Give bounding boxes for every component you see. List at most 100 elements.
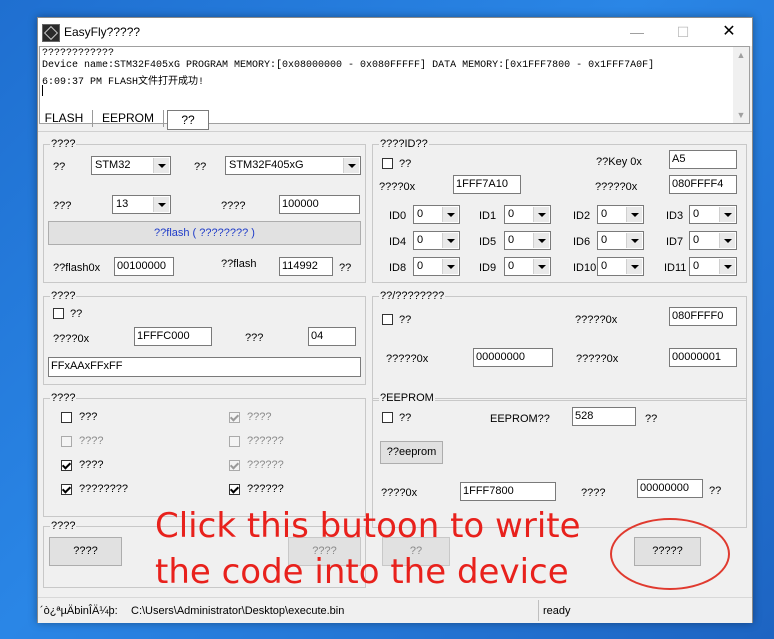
id-select[interactable]: 0 <box>597 231 644 250</box>
serial-addr-input[interactable]: 080FFFF0 <box>669 307 737 326</box>
model-value: STM32F405xG <box>229 159 304 171</box>
group-title: ???? <box>50 519 77 533</box>
eeprom-val-input[interactable]: 00000000 <box>637 479 703 498</box>
id-addr2-input[interactable]: 080FFFF4 <box>669 175 737 194</box>
chevron-down-icon[interactable] <box>442 207 458 222</box>
option-label: ???? <box>79 435 104 447</box>
flash-size-input[interactable]: 114992 <box>279 257 333 276</box>
key-input[interactable]: A5 <box>669 150 737 169</box>
flash-start-label: ??flash0x <box>53 262 101 274</box>
serial-enable-label: ?? <box>399 314 412 326</box>
chevron-down-icon[interactable] <box>626 207 642 222</box>
id-value: 0 <box>417 208 424 220</box>
eeprom-addr-input[interactable]: 1FFF7800 <box>460 482 556 501</box>
id-select[interactable]: 0 <box>689 231 737 250</box>
option-checkbox[interactable] <box>61 484 72 495</box>
chevron-down-icon[interactable] <box>533 207 549 222</box>
chevron-down-icon[interactable] <box>153 158 169 173</box>
tab-divider <box>92 110 93 127</box>
memory-data-input[interactable]: FFxAAxFFxFF <box>48 357 361 377</box>
chevron-down-icon[interactable] <box>442 233 458 248</box>
id-select[interactable]: 0 <box>597 205 644 224</box>
maximize-button[interactable]: ☐ <box>660 18 706 46</box>
id-select[interactable]: 0 <box>413 231 460 250</box>
eeprom-size-unit: ?? <box>645 413 658 425</box>
serial-enable-checkbox[interactable] <box>382 314 393 325</box>
id-select[interactable]: 0 <box>504 257 551 276</box>
id-label: ID1 <box>479 210 497 222</box>
model-select[interactable]: STM32F405xG <box>225 156 361 175</box>
memory-group: ???? ?? ????0x 1FFFC000 ??? 04 FFxAAxFFx… <box>43 289 366 385</box>
chevron-down-icon[interactable] <box>343 158 359 173</box>
group-title: ????ID?? <box>379 137 429 151</box>
chevron-down-icon[interactable] <box>442 259 458 274</box>
id-addr-input[interactable]: 1FFF7A10 <box>453 175 521 194</box>
id-value: 0 <box>417 234 424 246</box>
window-title: EasyFly????? <box>64 25 141 39</box>
serial-start-input[interactable]: 00000000 <box>473 348 553 367</box>
option-checkbox[interactable] <box>229 412 240 423</box>
chevron-down-icon[interactable] <box>533 233 549 248</box>
tab-eeprom[interactable]: EEPROM <box>96 107 160 130</box>
tab-active[interactable]: ?? <box>167 110 209 130</box>
flash-button[interactable]: ??flash ( ???????? ) <box>48 221 361 245</box>
id-value: 0 <box>601 260 608 272</box>
serial-addr-label: ?????0x <box>575 314 618 326</box>
option-checkbox[interactable] <box>61 436 72 447</box>
id-select[interactable]: 0 <box>504 231 551 250</box>
key-label: ??Key 0x <box>596 156 642 168</box>
tab-flash[interactable]: FLASH <box>42 107 86 130</box>
flash-size-label: ??flash <box>221 258 257 270</box>
memory-len-input[interactable]: 04 <box>308 327 356 346</box>
chevron-down-icon[interactable] <box>719 233 735 248</box>
id-label: ID8 <box>389 262 407 274</box>
id-value: 0 <box>508 234 515 246</box>
option-checkbox[interactable] <box>229 460 240 471</box>
baud-input[interactable]: 100000 <box>279 195 360 214</box>
option-checkbox[interactable] <box>229 484 240 495</box>
option-label: ???? <box>79 459 104 471</box>
options-group: ???? ??? ???? ???? ?????? ???? ?????? ??… <box>43 391 366 517</box>
option-checkbox[interactable] <box>61 412 72 423</box>
id-select[interactable]: 0 <box>413 257 460 276</box>
chevron-down-icon[interactable] <box>626 259 642 274</box>
option-label: ?????? <box>247 459 284 471</box>
eeprom-addr-label: ????0x <box>381 487 418 499</box>
id-select[interactable]: 0 <box>597 257 644 276</box>
eeprom-button[interactable]: ??eeprom <box>380 441 443 464</box>
series-label: ?? <box>53 161 66 173</box>
operation-button-1[interactable]: ???? <box>49 537 122 566</box>
series-select[interactable]: STM32 <box>91 156 171 175</box>
id-label: ID0 <box>389 210 407 222</box>
minimize-button[interactable]: — <box>614 18 660 46</box>
serial-step-input[interactable]: 00000001 <box>669 348 737 367</box>
chevron-down-icon[interactable] <box>153 197 169 212</box>
port-select[interactable]: 13 <box>112 195 171 214</box>
eeprom-enable-checkbox[interactable] <box>382 412 393 423</box>
log-line: ???????????? <box>42 48 115 59</box>
chevron-down-icon[interactable] <box>719 259 735 274</box>
id-enable-checkbox[interactable] <box>382 158 393 169</box>
id-group: ????ID?? ?? ??Key 0x A5 ????0x 1FFF7A10 … <box>372 137 747 283</box>
chevron-down-icon[interactable] <box>533 259 549 274</box>
id-select[interactable]: 0 <box>504 205 551 224</box>
id-select[interactable]: 0 <box>413 205 460 224</box>
id-select[interactable]: 0 <box>689 205 737 224</box>
group-title: ??/???????? <box>379 289 446 303</box>
id-select[interactable]: 0 <box>689 257 737 276</box>
close-button[interactable]: ✕ <box>706 18 752 46</box>
option-checkbox[interactable] <box>61 460 72 471</box>
option-checkbox[interactable] <box>229 436 240 447</box>
id-value: 0 <box>508 260 515 272</box>
memory-enable-checkbox[interactable] <box>53 308 64 319</box>
memory-addr-input[interactable]: 1FFFC000 <box>134 327 212 346</box>
eeprom-size-input[interactable]: 528 <box>572 407 636 426</box>
chevron-down-icon[interactable] <box>626 233 642 248</box>
scroll-up-icon[interactable]: ▲ <box>733 47 749 63</box>
memory-enable-label: ?? <box>70 308 83 320</box>
title-bar: EasyFly????? — ☐ ✕ <box>38 18 752 46</box>
memory-addr-label: ????0x <box>53 333 90 345</box>
chevron-down-icon[interactable] <box>719 207 735 222</box>
group-title: ???? <box>50 137 77 151</box>
flash-start-input[interactable]: 00100000 <box>114 257 174 276</box>
